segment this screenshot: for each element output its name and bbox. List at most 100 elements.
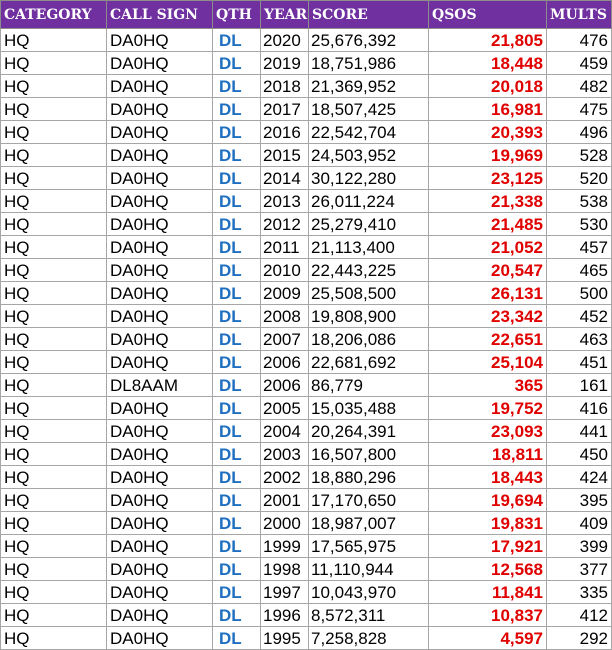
table-row: HQ DA0HQ DL 2005 15,035,488 19,752 416 [0,396,612,420]
cell-year: 2015 [260,143,309,167]
cell-qth: DL [212,396,261,420]
cell-qsos: 365 [428,373,547,397]
table-row: HQ DA0HQ DL 2016 22,542,704 20,393 496 [0,120,612,144]
cell-qsos: 22,651 [428,327,547,351]
cell-call-sign: DA0HQ [106,442,213,466]
cell-category: HQ [0,304,107,328]
cell-qth: DL [212,258,261,282]
table-row: HQ DA0HQ DL 2000 18,987,007 19,831 409 [0,511,612,535]
cell-category: HQ [0,281,107,305]
table-header: CATEGORY CALL SIGN QTH YEAR SCORE QSOS M… [0,0,612,29]
cell-qsos: 19,831 [428,511,547,535]
cell-score: 86,779 [308,373,429,397]
cell-qsos: 19,694 [428,488,547,512]
cell-mults: 416 [546,396,612,420]
cell-year: 2018 [260,74,309,98]
cell-qsos: 17,921 [428,534,547,558]
cell-score: 17,565,975 [308,534,429,558]
cell-year: 2000 [260,511,309,535]
cell-mults: 441 [546,419,612,443]
cell-year: 2013 [260,189,309,213]
cell-call-sign: DA0HQ [106,189,213,213]
cell-category: HQ [0,189,107,213]
cell-qth: DL [212,97,261,121]
table-row: HQ DA0HQ DL 2019 18,751,986 18,448 459 [0,51,612,75]
cell-year: 2001 [260,488,309,512]
cell-year: 2008 [260,304,309,328]
cell-score: 22,443,225 [308,258,429,282]
cell-year: 1998 [260,557,309,581]
cell-call-sign: DA0HQ [106,488,213,512]
cell-qth: DL [212,626,261,650]
table-row: HQ DA0HQ DL 2020 25,676,392 21,805 476 [0,28,612,52]
cell-mults: 530 [546,212,612,236]
cell-qsos: 16,981 [428,97,547,121]
cell-year: 2007 [260,327,309,351]
cell-score: 24,503,952 [308,143,429,167]
cell-qsos: 20,018 [428,74,547,98]
table-row: HQ DA0HQ DL 2012 25,279,410 21,485 530 [0,212,612,236]
cell-call-sign: DA0HQ [106,327,213,351]
table-row: HQ DA0HQ DL 2008 19,808,900 23,342 452 [0,304,612,328]
cell-score: 18,987,007 [308,511,429,535]
cell-score: 26,011,224 [308,189,429,213]
cell-year: 2002 [260,465,309,489]
cell-category: HQ [0,603,107,627]
table-row: HQ DA0HQ DL 2009 25,508,500 26,131 500 [0,281,612,305]
cell-mults: 476 [546,28,612,52]
cell-mults: 399 [546,534,612,558]
cell-call-sign: DA0HQ [106,350,213,374]
table-body: HQ DA0HQ DL 2020 25,676,392 21,805 476 HQ DA0HQ D… [0,28,612,650]
cell-year: 2004 [260,419,309,443]
cell-call-sign: DA0HQ [106,281,213,305]
cell-qsos: 11,841 [428,580,547,604]
cell-category: HQ [0,97,107,121]
cell-year: 2016 [260,120,309,144]
cell-qsos: 23,093 [428,419,547,443]
results-table: CATEGORY CALL SIGN QTH YEAR SCORE QSOS M… [0,0,612,650]
cell-score: 20,264,391 [308,419,429,443]
cell-mults: 459 [546,51,612,75]
cell-category: HQ [0,419,107,443]
table-row: HQ DA0HQ DL 2002 18,880,296 18,443 424 [0,465,612,489]
cell-qsos: 20,393 [428,120,547,144]
cell-call-sign: DA0HQ [106,51,213,75]
cell-mults: 450 [546,442,612,466]
cell-score: 21,113,400 [308,235,429,259]
header-qth: QTH [212,0,261,29]
cell-year: 1997 [260,580,309,604]
cell-qth: DL [212,74,261,98]
cell-year: 2006 [260,373,309,397]
table-row: HQ DA0HQ DL 1999 17,565,975 17,921 399 [0,534,612,558]
cell-category: HQ [0,442,107,466]
cell-qsos: 20,547 [428,258,547,282]
cell-mults: 500 [546,281,612,305]
cell-year: 2012 [260,212,309,236]
cell-call-sign: DA0HQ [106,419,213,443]
cell-category: HQ [0,166,107,190]
table-row: HQ DA0HQ DL 2007 18,206,086 22,651 463 [0,327,612,351]
cell-category: HQ [0,28,107,52]
cell-qsos: 21,338 [428,189,547,213]
cell-score: 21,369,952 [308,74,429,98]
cell-qth: DL [212,235,261,259]
table-row: HQ DA0HQ DL 2018 21,369,952 20,018 482 [0,74,612,98]
cell-year: 2014 [260,166,309,190]
cell-qsos: 19,752 [428,396,547,420]
cell-qsos: 21,052 [428,235,547,259]
cell-mults: 465 [546,258,612,282]
cell-qsos: 19,969 [428,143,547,167]
table-row: HQ DA0HQ DL 1995 7,258,828 4,597 292 [0,626,612,650]
cell-year: 2005 [260,396,309,420]
cell-score: 25,676,392 [308,28,429,52]
cell-call-sign: DA0HQ [106,97,213,121]
cell-year: 2003 [260,442,309,466]
table-row: HQ DA0HQ DL 2014 30,122,280 23,125 520 [0,166,612,190]
cell-mults: 412 [546,603,612,627]
cell-qth: DL [212,166,261,190]
cell-qth: DL [212,281,261,305]
cell-qsos: 10,837 [428,603,547,627]
cell-qsos: 23,342 [428,304,547,328]
cell-score: 19,808,900 [308,304,429,328]
cell-call-sign: DA0HQ [106,120,213,144]
